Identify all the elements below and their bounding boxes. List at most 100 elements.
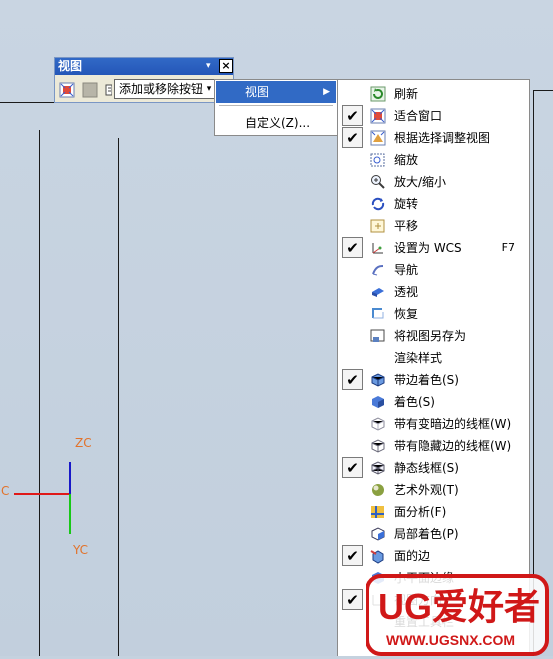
view-border-line — [533, 90, 534, 656]
fit-window-icon — [370, 108, 386, 124]
checkmark-icon[interactable] — [342, 413, 363, 434]
menu-item-11[interactable]: 将视图另存为 — [340, 325, 527, 347]
menu-item-customize[interactable]: 自定义(Z)... — [216, 112, 336, 134]
menu-item-label: 将视图另存为 — [394, 329, 467, 343]
checkmark-icon[interactable]: ✔ — [342, 589, 363, 610]
checkmark-icon[interactable] — [342, 501, 363, 522]
checkmark-icon[interactable]: ✔ — [342, 369, 363, 390]
watermark-logo: UG爱好者 WWW.UGSNX.COM — [365, 573, 553, 656]
menu-item-label: 刷新 — [394, 87, 419, 101]
z-axis — [69, 462, 71, 495]
checkmark-icon[interactable] — [342, 479, 363, 500]
checkmark-icon[interactable] — [342, 611, 363, 632]
checkmark-icon[interactable] — [342, 435, 363, 456]
menu-item-label: 带有变暗边的线框(W) — [394, 417, 512, 431]
perspective-icon — [370, 284, 386, 300]
y-axis — [69, 494, 71, 534]
checkmark-icon[interactable] — [342, 303, 363, 324]
yc-label: YC — [73, 543, 89, 557]
menu-item-label: 根据选择调整视图 — [394, 131, 491, 145]
menu-item-label: 视图 — [245, 85, 270, 99]
checkmark-icon[interactable] — [342, 567, 363, 588]
partial-shading-icon — [370, 526, 386, 542]
view-buttons-menu: 刷新 ✔ 适合窗口 ✔ 根据选择调整视图 缩放放大/缩小旋转平移 ✔ 设置为 WCS F7 导航透… — [337, 79, 530, 656]
menu-item-4[interactable]: 放大/缩小 — [340, 171, 527, 193]
checkmark-icon[interactable] — [342, 215, 363, 236]
checkmark-icon[interactable] — [342, 83, 363, 104]
menu-item-18[interactable]: 艺术外观(T) — [340, 479, 527, 501]
zoom-in-out-icon — [370, 174, 386, 190]
menu-item-15[interactable]: 带有变暗边的线框(W) — [340, 413, 527, 435]
view-toolbar[interactable]: 视图 ▾ × 添加或移除按钮 ▾ — [54, 57, 234, 103]
menu-item-8[interactable]: 导航 — [340, 259, 527, 281]
menu-item-17[interactable]: ✔ 静态线框(S) — [340, 457, 527, 479]
navigate-icon — [370, 262, 386, 278]
checkmark-icon[interactable] — [342, 325, 363, 346]
grey-box-icon[interactable] — [82, 82, 98, 98]
x-axis — [14, 493, 70, 495]
checkmark-icon[interactable] — [342, 193, 363, 214]
fit-window-icon[interactable] — [59, 82, 75, 98]
menu-item-view[interactable]: 视图 ▶ — [216, 81, 336, 103]
checkmark-icon[interactable]: ✔ — [342, 127, 363, 148]
add-remove-buttons[interactable]: 添加或移除按钮 ▾ — [114, 79, 215, 99]
menu-item-6[interactable]: 平移 — [340, 215, 527, 237]
menu-item-12[interactable]: 渲染样式 — [340, 347, 527, 369]
face-edges-icon — [370, 548, 386, 564]
menu-item-label: 平移 — [394, 219, 419, 233]
menu-item-label: 恢复 — [394, 307, 419, 321]
studio-icon — [370, 482, 386, 498]
menu-item-label: 艺术外观(T) — [394, 483, 459, 497]
menu-item-label: 旋转 — [394, 197, 419, 211]
checkmark-icon[interactable]: ✔ — [342, 457, 363, 478]
menu-item-3[interactable]: 缩放 — [340, 149, 527, 171]
checkmark-icon[interactable] — [342, 149, 363, 170]
menu-item-16[interactable]: 带有隐藏边的线框(W) — [340, 435, 527, 457]
xc-label: C — [1, 484, 10, 498]
shaded-edges-icon — [370, 372, 386, 388]
menu-item-21[interactable]: ✔ 面的边 — [340, 545, 527, 567]
menu-item-0[interactable]: 刷新 — [340, 83, 527, 105]
zc-label: ZC — [75, 436, 92, 450]
menu-item-10[interactable]: 恢复 — [340, 303, 527, 325]
menu-item-label: 透视 — [394, 285, 419, 299]
menu-item-5[interactable]: 旋转 — [340, 193, 527, 215]
view-border-line — [533, 90, 553, 91]
partial-icon[interactable] — [104, 82, 112, 98]
checkmark-icon[interactable] — [342, 171, 363, 192]
menu-item-label: 带有隐藏边的线框(W) — [394, 439, 512, 453]
menu-item-label: 适合窗口 — [394, 109, 443, 123]
view-border-line — [118, 138, 119, 656]
shortcut-label: F7 — [501, 241, 515, 254]
wireframe-dim-icon — [370, 416, 386, 432]
menu-item-2[interactable]: ✔ 根据选择调整视图 — [340, 127, 527, 149]
add-remove-label: 添加或移除按钮 — [119, 82, 204, 96]
pan-icon — [370, 218, 386, 234]
menu-item-label: 面分析(F) — [394, 505, 447, 519]
menu-item-20[interactable]: 局部着色(P) — [340, 523, 527, 545]
checkmark-icon[interactable] — [342, 281, 363, 302]
menu-item-14[interactable]: 着色(S) — [340, 391, 527, 413]
static-wireframe-icon — [370, 460, 386, 476]
menu-item-label: 缩放 — [394, 153, 419, 167]
menu-item-label: 静态线框(S) — [394, 461, 459, 475]
fit-selection-icon — [370, 130, 386, 146]
menu-item-9[interactable]: 透视 — [340, 281, 527, 303]
checkmark-icon[interactable] — [342, 259, 363, 280]
menu-item-13[interactable]: ✔ 带边着色(S) — [340, 369, 527, 391]
menu-item-7[interactable]: ✔ 设置为 WCS F7 — [340, 237, 527, 259]
checkmark-icon[interactable]: ✔ — [342, 545, 363, 566]
menu-item-19[interactable]: 面分析(F) — [340, 501, 527, 523]
checkmark-icon[interactable] — [342, 347, 363, 368]
menu-item-label: 设置为 WCS — [394, 241, 462, 255]
toolbar-options-caret[interactable]: ▾ — [206, 61, 211, 71]
checkmark-icon[interactable]: ✔ — [342, 237, 363, 258]
save-view-icon — [370, 328, 386, 344]
checkmark-icon[interactable]: ✔ — [342, 105, 363, 126]
menu-item-1[interactable]: ✔ 适合窗口 — [340, 105, 527, 127]
toolbar-close-button[interactable]: × — [219, 59, 233, 73]
checkmark-icon[interactable] — [342, 391, 363, 412]
checkmark-icon[interactable] — [342, 523, 363, 544]
restore-icon — [370, 306, 386, 322]
menu-item-label: 局部着色(P) — [394, 527, 459, 541]
